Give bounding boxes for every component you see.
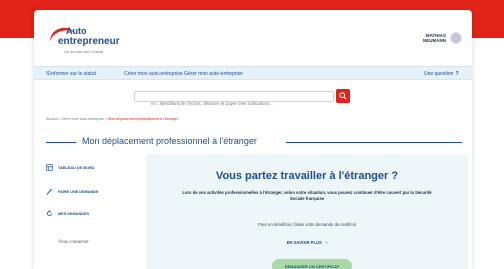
breadcrumb-gerer[interactable]: Gérer mon auto-entreprise [62,117,104,121]
learn-more-label: EN SAVOIR PLUS [286,240,322,245]
page-title: Mon déplacement professionnel à l'étrang… [82,136,257,146]
login-link[interactable]: Vous connecter [58,240,89,245]
search-box [134,91,334,108]
sidebar-item-label: FAIRE UNE DEMANDE [58,189,99,194]
logo-line1: Auto [66,26,87,36]
site-header: Auto entrepreneur Un service des Urssaf … [34,10,472,66]
sidebar-item-label: MES DEMANDES [58,211,90,216]
breadcrumb-current: Mon déplacement professionnel à l'étrang… [108,117,178,121]
nav-item-question[interactable]: Une question? [424,71,459,77]
main-content: Vous partez travailler à l'étranger ? Lo… [146,154,468,269]
pencil-icon [46,188,53,195]
user-menu[interactable]: MATHIAS NEUMANN [416,32,462,44]
avatar[interactable] [450,32,462,44]
main-cta-text: Pour en bénéficier, faites votre demande… [258,222,356,227]
sidebar-item-my-requests[interactable]: MES DEMANDES [46,210,89,217]
sidebar: TABLEAU DE BORD FAIRE UNE DEMANDE MES DE… [42,154,144,269]
title-divider-left [46,142,76,143]
nav-item-statut[interactable]: S'informer sur le statut [46,71,96,77]
user-name: MATHIAS NEUMANN [416,33,446,43]
chevron-right-icon: › [325,240,328,245]
breadcrumb: Accueil > Gérer mon auto-entreprise > Mo… [46,117,178,121]
search-icon [339,92,347,100]
refresh-icon [46,210,53,217]
learn-more-link[interactable]: EN SAVOIR PLUS › [146,240,468,245]
main-intro-text: Lors de vos activités professionnelles à… [182,190,432,201]
brand-logo[interactable]: Auto entrepreneur Un service des Urssaf [46,20,156,60]
main-title: Vous partez travailler à l'étranger ? [215,170,399,182]
nav-item-creer[interactable]: Créer mon auto-entreprise [124,71,183,77]
search-input[interactable] [135,99,333,108]
title-divider-right [286,142,462,143]
search-button[interactable] [336,89,350,103]
breadcrumb-home[interactable]: Accueil [46,117,58,121]
page-title-row: Mon déplacement professionnel à l'étrang… [46,136,462,148]
sidebar-item-label: TABLEAU DE BORD [58,165,95,170]
main-nav: S'informer sur le statut Créer mon auto-… [34,66,472,80]
page-frame: Auto entrepreneur Un service des Urssaf … [34,10,472,269]
logo-tagline: Un service des Urssaf [64,49,104,54]
sidebar-item-new-request[interactable]: FAIRE UNE DEMANDE [46,188,99,195]
sidebar-item-dashboard[interactable]: TABLEAU DE BORD [46,164,94,171]
question-icon: ? [455,71,459,77]
dashboard-icon [46,164,53,171]
nav-question-label: Une question [424,71,454,77]
logo-line2: entrepreneur [58,36,120,47]
user-last-name: NEUMANN [423,38,446,43]
request-certificate-button[interactable]: DEMANDER UN CERTIFICAT [272,259,352,269]
nav-item-gerer[interactable]: Gérer mon auto-entreprise [184,71,243,77]
